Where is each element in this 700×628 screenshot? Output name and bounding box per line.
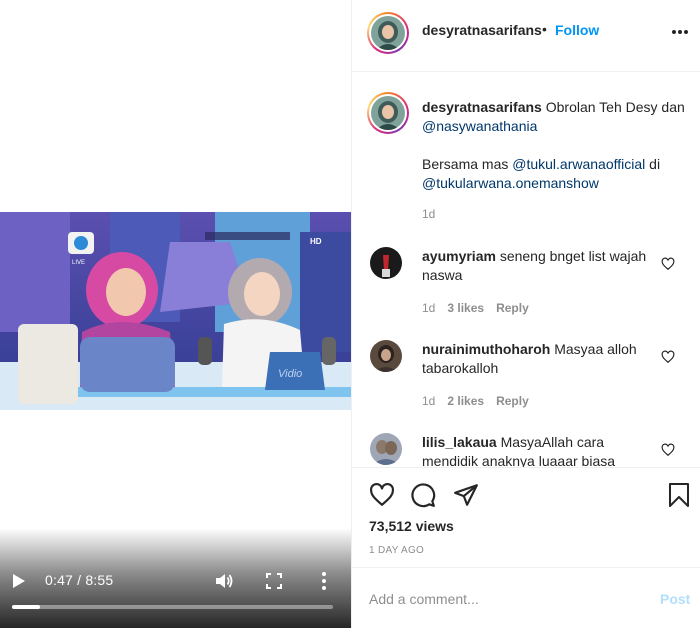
video-progress-fill [12,605,41,609]
post-comment-button[interactable]: Post [660,591,690,607]
comment-username[interactable]: nurainimuthoharoh [422,341,550,357]
comments-section[interactable]: desyratnasarifans Obrolan Teh Desy dan @… [352,72,700,467]
heart-icon[interactable] [661,257,675,271]
vidio-watermark: Vidio [278,368,302,380]
post-caption: desyratnasarifans Obrolan Teh Desy dan @… [422,98,687,193]
comment-text: nurainimuthoharoh Masyaa alloh tabarokal… [422,340,652,378]
caption-username[interactable]: desyratnasarifans [422,99,542,115]
comment-timestamp[interactable]: 1d [422,394,435,408]
caption-mention-2[interactable]: @tukul.arwanaofficial [512,156,645,172]
more-options-icon[interactable] [670,28,690,36]
caption-mention-3[interactable]: @tukularwana.onemanshow [422,175,599,191]
caption-text-2: Bersama mas [422,156,513,172]
fullscreen-icon[interactable] [265,572,283,590]
commenter-avatar[interactable] [370,247,402,279]
follow-button[interactable]: Follow [555,22,599,38]
hd-badge: HD [310,237,322,246]
reply-button[interactable]: Reply [496,301,529,315]
post-header: desyratnasarifans • Follow [352,0,700,72]
heart-icon[interactable] [661,443,675,457]
caption-text-1: Obrolan Teh Desy dan [541,99,685,115]
comment-text: lilis_lakaua MasyaAllah cara mendidik an… [422,433,652,467]
volume-icon[interactable] [214,571,234,591]
post-actions: 73,512 views 1 DAY AGO [352,467,700,567]
comment-bubble-icon[interactable] [410,482,436,508]
commenter-avatar[interactable] [370,433,402,465]
caption-avatar[interactable] [367,92,409,134]
comment-meta: 1d 2 likes Reply [422,394,529,408]
caption-text-3: di [645,156,661,172]
view-count[interactable]: 73,512 views [369,518,454,534]
comment-username[interactable]: lilis_lakaua [422,434,497,450]
comment-timestamp[interactable]: 1d [422,301,435,315]
video-frame[interactable]: LIVE HD Vidio [0,212,351,410]
heart-icon[interactable] [661,350,675,364]
video-controls: 0:47 / 8:55 [0,564,351,598]
video-progress-bar[interactable] [12,605,333,609]
bookmark-icon[interactable] [667,482,691,508]
video-player[interactable]: LIVE HD Vidio 0:47 / 8:55 [0,0,351,628]
comment-meta: 1d 3 likes Reply [422,301,529,315]
comment-likes[interactable]: 2 likes [447,394,484,408]
post-panel: desyratnasarifans • Follow desyratnasari… [351,0,700,628]
add-comment-bar: Post [352,567,700,628]
header-separator: • [542,21,547,37]
caption-timestamp[interactable]: 1d [422,207,435,221]
header-avatar[interactable] [367,12,409,54]
more-options-icon[interactable] [318,571,330,591]
comment-likes[interactable]: 3 likes [447,301,484,315]
reply-button[interactable]: Reply [496,394,529,408]
video-time: 0:47 / 8:55 [45,572,114,588]
commenter-avatar[interactable] [370,340,402,372]
play-icon[interactable] [12,573,26,589]
video-still-image: LIVE HD Vidio [0,212,351,410]
live-badge: LIVE [72,260,85,266]
comment-input[interactable] [369,588,629,610]
caption-mention-1[interactable]: @nasywanathania [422,118,537,134]
share-paper-plane-icon[interactable] [453,482,479,508]
like-heart-icon[interactable] [369,482,395,508]
comment-username[interactable]: ayumyriam [422,248,496,264]
header-username[interactable]: desyratnasarifans [422,22,542,38]
comment-text: ayumyriam seneng bnget list wajah naswa [422,247,652,285]
post-date[interactable]: 1 DAY AGO [369,545,424,556]
